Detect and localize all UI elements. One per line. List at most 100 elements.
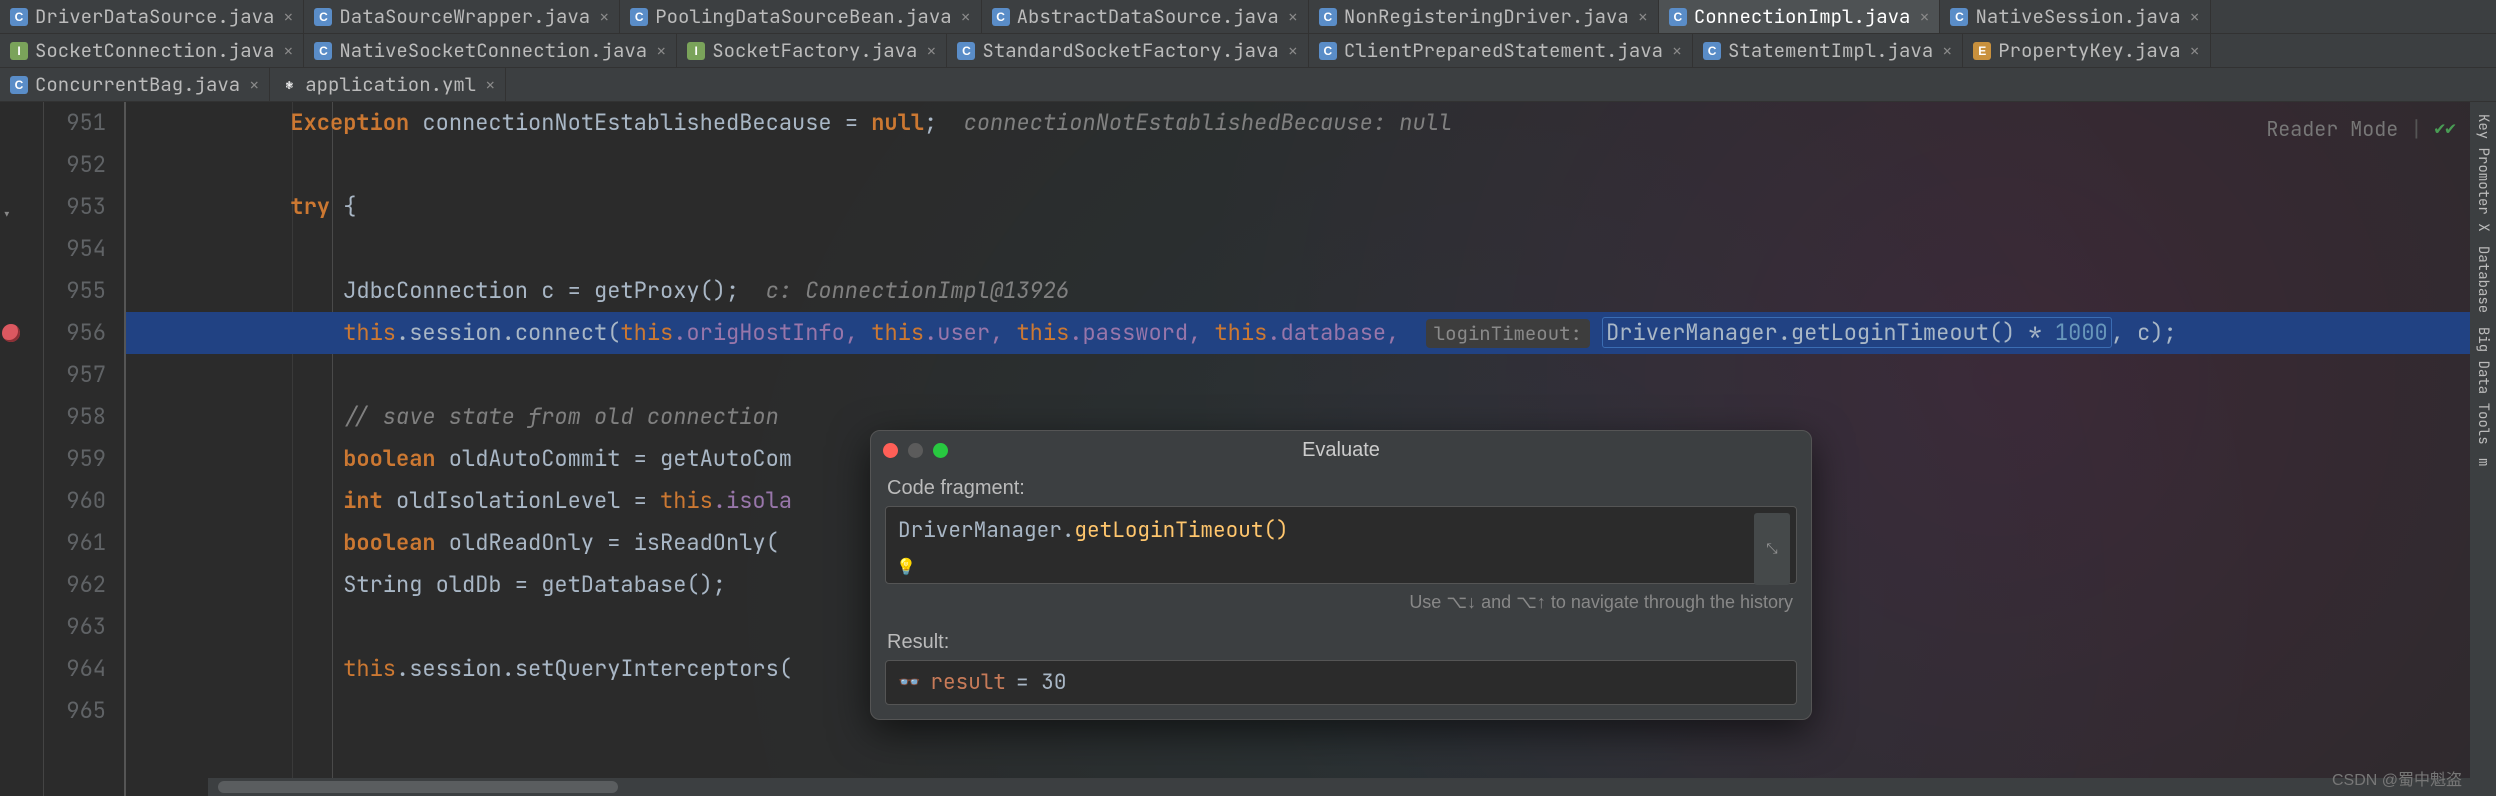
class-file-icon	[1319, 42, 1337, 60]
file-tab[interactable]: DataSourceWrapper.java✕	[304, 0, 620, 33]
close-icon[interactable]: ✕	[654, 41, 668, 61]
close-icon[interactable]: ✕	[1940, 41, 1954, 61]
popup-title: Evaluate	[871, 439, 1811, 462]
file-tab[interactable]: NativeSocketConnection.java ✕	[304, 34, 677, 67]
tool-window-button[interactable]: Big Data Tools	[2474, 323, 2492, 449]
right-tool-stripe: Key Promoter X Database Big Data Tools m	[2470, 102, 2496, 796]
close-icon[interactable]	[883, 443, 898, 458]
close-icon[interactable]: ✕	[483, 75, 497, 95]
line-number[interactable]: 951	[44, 102, 106, 144]
code-line: Exception connectionNotEstablishedBecaus…	[126, 102, 2496, 144]
tab-label: NativeSession.java	[1975, 4, 2180, 29]
line-number[interactable]: 962	[44, 564, 106, 606]
class-file-icon	[314, 8, 332, 26]
close-icon[interactable]: ✕	[597, 7, 611, 27]
tool-window-button[interactable]: m	[2474, 454, 2492, 470]
window-controls	[883, 443, 948, 458]
close-icon[interactable]: ✕	[1917, 7, 1931, 27]
line-number[interactable]: 958	[44, 396, 106, 438]
file-tab[interactable]: NativeSession.java ✕	[1940, 0, 2210, 33]
tab-label: PoolingDataSourceBean.java	[655, 4, 951, 29]
line-number[interactable]: 959	[44, 438, 106, 480]
file-tab[interactable]: NonRegisteringDriver.java ✕	[1309, 0, 1659, 33]
code-line	[126, 144, 2496, 186]
horizontal-scrollbar[interactable]	[208, 778, 2472, 796]
watch-icon: 👓	[898, 671, 920, 694]
class-file-icon	[630, 8, 648, 26]
file-tab[interactable]: StatementImpl.java ✕	[1693, 34, 1963, 67]
parameter-hint: loginTimeout:	[1426, 319, 1590, 348]
close-icon[interactable]: ✕	[924, 41, 938, 61]
file-tab[interactable]: SocketFactory.java ✕	[677, 34, 947, 67]
tab-label: StandardSocketFactory.java	[982, 38, 1278, 63]
code-line	[126, 354, 2496, 396]
line-number[interactable]: 963	[44, 606, 106, 648]
file-tab[interactable]: StandardSocketFactory.java ✕	[947, 34, 1308, 67]
file-tab[interactable]: PropertyKey.java ✕	[1963, 34, 2210, 67]
tab-label: AbstractDataSource.java	[1017, 4, 1279, 29]
tab-label: ConcurrentBag.java	[35, 72, 240, 97]
class-file-icon	[957, 42, 975, 60]
result-equals: = 30	[1016, 669, 1066, 696]
file-tab[interactable]: DriverDataSource.java ✕	[0, 0, 304, 33]
collapse-icon[interactable]: ⤡	[1754, 513, 1790, 585]
evaluate-popup[interactable]: Evaluate Code fragment: DriverManager.ge…	[870, 430, 1812, 720]
result-label: Result:	[871, 623, 1811, 660]
popup-titlebar[interactable]: Evaluate	[871, 431, 1811, 469]
close-icon[interactable]: ✕	[959, 7, 973, 27]
line-number[interactable]: 952	[44, 144, 106, 186]
history-hint: Use ⌥↓ and ⌥↑ to navigate through the hi…	[871, 584, 1811, 623]
close-icon[interactable]: ✕	[1286, 41, 1300, 61]
code-fragment-input[interactable]: DriverManager.getLoginTimeout() 💡 ⤡	[885, 506, 1797, 584]
code-line: try {	[126, 186, 2496, 228]
close-icon[interactable]: ✕	[1286, 7, 1300, 27]
code-fragment-label: Code fragment:	[871, 469, 1811, 506]
close-icon[interactable]: ✕	[2188, 7, 2202, 27]
tab-bar-row-3: ConcurrentBag.java✕application.yml✕	[0, 68, 2496, 102]
close-icon[interactable]: ✕	[2188, 41, 2202, 61]
scrollbar-thumb[interactable]	[218, 781, 618, 793]
line-number[interactable]: 957	[44, 354, 106, 396]
tab-bar-row-1: DriverDataSource.java✕DataSourceWrapper.…	[0, 0, 2496, 34]
close-icon[interactable]: ✕	[247, 75, 261, 95]
file-tab[interactable]: PoolingDataSourceBean.java ✕	[620, 0, 981, 33]
watermark: CSDN @蜀中魁盗	[2332, 766, 2462, 790]
line-number[interactable]: 960	[44, 480, 106, 522]
line-number-gutter: 9519529539549559569579589599609619629639…	[44, 102, 126, 796]
line-number[interactable]: 965	[44, 690, 106, 732]
tab-label: StatementImpl.java	[1728, 38, 1933, 63]
file-tab[interactable]: ClientPreparedStatement.java✕	[1309, 34, 1693, 67]
file-tab[interactable]: ConcurrentBag.java ✕	[0, 68, 270, 101]
class-file-icon	[1950, 8, 1968, 26]
maximize-icon[interactable]	[933, 443, 948, 458]
file-tab[interactable]: application.yml✕	[270, 68, 506, 101]
close-icon[interactable]: ✕	[1636, 7, 1650, 27]
minimize-icon[interactable]	[908, 443, 923, 458]
file-tab[interactable]: AbstractDataSource.java ✕	[982, 0, 1309, 33]
line-number[interactable]: 953	[44, 186, 106, 228]
tool-window-button[interactable]: Key Promoter X	[2474, 110, 2492, 236]
enum-file-icon	[1973, 42, 1991, 60]
code-line-current: this.session.connect(this.origHostInfo, …	[126, 312, 2496, 354]
tab-label: PropertyKey.java	[1998, 38, 2180, 63]
close-icon[interactable]: ✕	[281, 41, 295, 61]
line-number[interactable]: 956	[44, 312, 106, 354]
file-tab[interactable]: ConnectionImpl.java✕	[1659, 0, 1941, 33]
line-number[interactable]: 954	[44, 228, 106, 270]
class-file-icon	[1319, 8, 1337, 26]
interface-file-icon	[687, 42, 705, 60]
file-tab[interactable]: SocketConnection.java✕	[0, 34, 304, 67]
tab-label: NonRegisteringDriver.java	[1344, 4, 1629, 29]
tool-window-button[interactable]: Database	[2474, 242, 2492, 317]
line-number[interactable]: 955	[44, 270, 106, 312]
close-icon[interactable]: ✕	[1670, 41, 1684, 61]
class-file-icon	[992, 8, 1010, 26]
tab-label: NativeSocketConnection.java	[339, 38, 647, 63]
bulb-icon[interactable]: 💡	[896, 556, 916, 577]
tab-label: SocketFactory.java	[712, 38, 917, 63]
line-number[interactable]: 964	[44, 648, 106, 690]
tab-label: DriverDataSource.java	[35, 4, 274, 29]
close-icon[interactable]: ✕	[281, 7, 295, 27]
code-line: JdbcConnection c = getProxy(); c: Connec…	[126, 270, 2496, 312]
line-number[interactable]: 961	[44, 522, 106, 564]
